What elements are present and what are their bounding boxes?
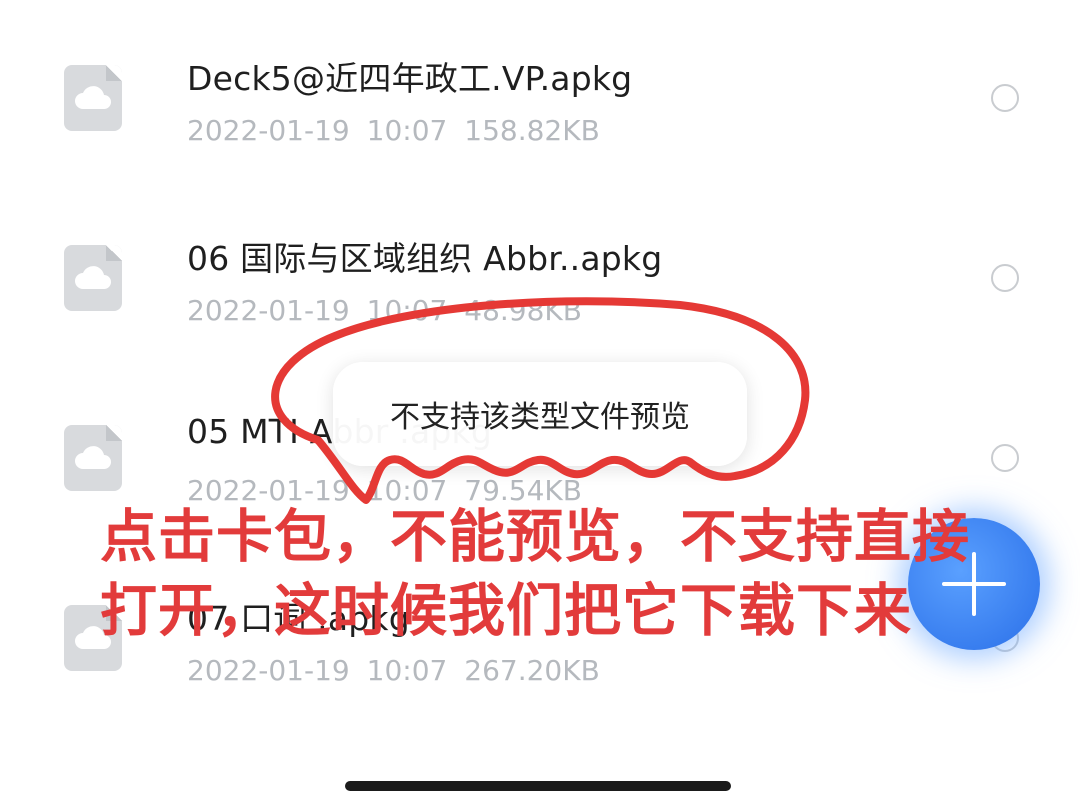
file-name: Deck5@近四年政工.VP.apkg bbox=[187, 59, 633, 98]
file-size: 267.20KB bbox=[464, 654, 600, 687]
file-name: 06 国际与区域组织 Abbr..apkg bbox=[187, 239, 663, 278]
select-radio[interactable] bbox=[991, 84, 1019, 112]
cloud-file-icon bbox=[64, 245, 122, 311]
select-radio[interactable] bbox=[991, 444, 1019, 472]
file-time: 10:07 bbox=[366, 654, 448, 687]
select-radio[interactable] bbox=[991, 264, 1019, 292]
file-time: 10:07 bbox=[366, 114, 448, 147]
home-indicator[interactable] bbox=[345, 781, 731, 791]
file-item-2[interactable]: 06 国际与区域组织 Abbr..apkg 2022-01-19 10:07 4… bbox=[0, 220, 1080, 370]
cloud-file-icon bbox=[64, 425, 122, 491]
file-time: 10:07 bbox=[366, 294, 448, 327]
file-date: 2022-01-19 bbox=[187, 114, 350, 147]
file-size: 48.98KB bbox=[464, 294, 582, 327]
file-size: 158.82KB bbox=[464, 114, 600, 147]
annotation-caption: 点击卡包，不能预览，不支持直接打开，这时候我们把它下载下来 bbox=[100, 504, 970, 644]
file-meta: 2022-01-19 10:07 267.20KB bbox=[187, 654, 600, 687]
file-meta: 2022-01-19 10:07 48.98KB bbox=[187, 294, 582, 327]
cloud-file-icon bbox=[64, 65, 122, 131]
file-date: 2022-01-19 bbox=[187, 654, 350, 687]
toast-message: 不支持该类型文件预览 bbox=[333, 362, 747, 466]
file-item-1[interactable]: Deck5@近四年政工.VP.apkg 2022-01-19 10:07 158… bbox=[0, 40, 1080, 190]
file-date: 2022-01-19 bbox=[187, 294, 350, 327]
file-meta: 2022-01-19 10:07 158.82KB bbox=[187, 114, 600, 147]
